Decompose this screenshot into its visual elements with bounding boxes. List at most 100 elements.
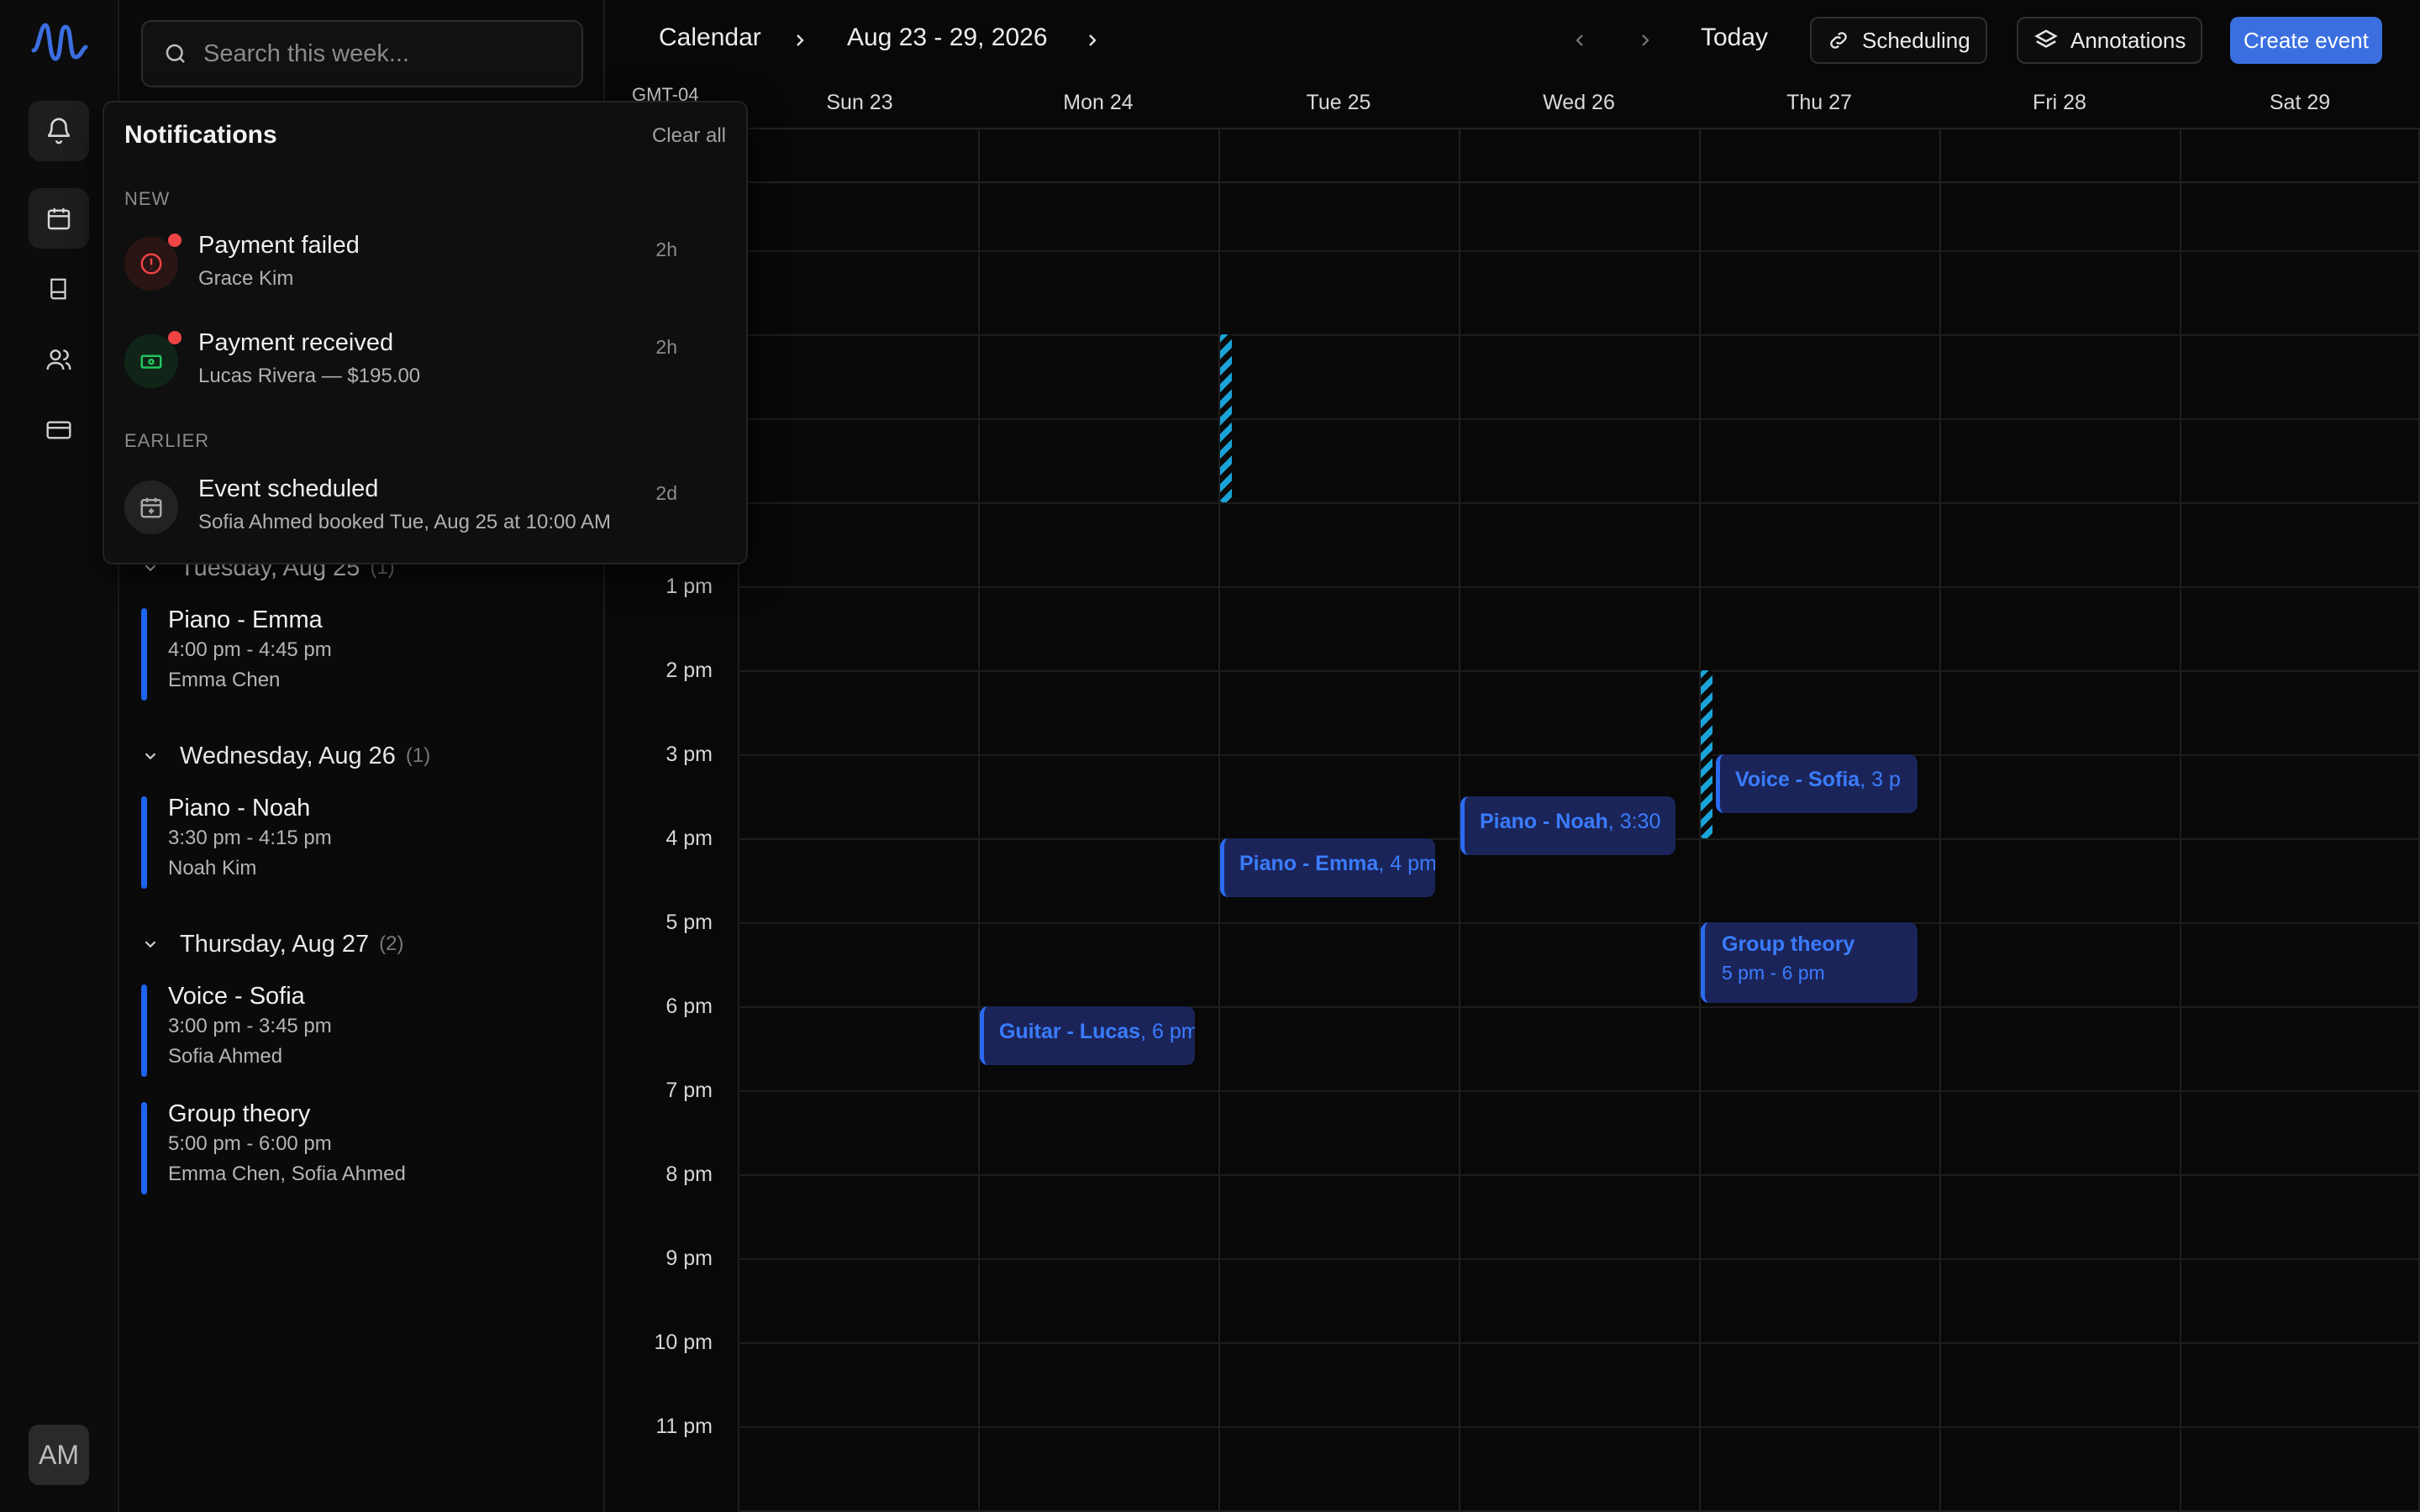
- clear-all-button[interactable]: Clear all: [652, 124, 726, 148]
- event-time: 4 pm: [1390, 852, 1435, 875]
- agenda-event-people: Sofia Ahmed: [168, 1045, 283, 1068]
- grid-divider: [738, 250, 2420, 252]
- calendar-event[interactable]: Piano - Noah, 3:30: [1460, 796, 1676, 855]
- event-time: 6 pm: [1152, 1020, 1195, 1043]
- notifications-rail-button[interactable]: [29, 101, 89, 161]
- day-header[interactable]: Sat 29: [2180, 91, 2420, 115]
- icon-rail: AM: [0, 0, 119, 1512]
- hour-label: 9 pm: [666, 1247, 713, 1270]
- create-event-button[interactable]: Create event: [2230, 17, 2382, 64]
- agenda-day-group: Thursday, Aug 27 (2) Voice - Sofia 3:00 …: [141, 926, 578, 1198]
- calendar-event[interactable]: Guitar - Lucas, 6 pm: [980, 1006, 1195, 1065]
- agenda-event[interactable]: Piano - Emma 4:00 pm - 4:45 pm Emma Chen: [141, 605, 578, 704]
- notifications-popover: Notifications Clear all NEW Payment fail…: [103, 101, 748, 564]
- today-button[interactable]: Today: [1701, 24, 1768, 52]
- notification-age: 2h: [655, 336, 677, 358]
- layers-icon: [2033, 28, 2070, 53]
- app-logo[interactable]: [30, 17, 89, 71]
- day-group-title: Thursday, Aug 27: [180, 930, 370, 958]
- hour-label: 3 pm: [666, 743, 713, 766]
- annotations-label: Annotations: [2070, 27, 2186, 53]
- day-header[interactable]: Mon 24: [978, 91, 1218, 115]
- people-rail-button[interactable]: [29, 329, 89, 390]
- event-time: 5 pm - 6 pm: [1722, 962, 1825, 984]
- search-input[interactable]: [203, 39, 573, 68]
- hour-label: 11 pm: [655, 1415, 713, 1438]
- week-calendar-grid: GMT-04 Sun 23 Mon 24 Tue 25 Wed 26 Thu 2…: [605, 84, 2420, 1512]
- annotations-button[interactable]: Annotations: [2017, 17, 2203, 64]
- grid-divider: [738, 418, 2420, 420]
- day-header[interactable]: Sun 23: [739, 91, 980, 115]
- event-title: Piano - Noah: [1480, 810, 1608, 833]
- agenda-event-time: 3:30 pm - 4:15 pm: [168, 827, 332, 849]
- calendar-plus-icon: [124, 480, 178, 534]
- agenda-day-group: Tuesday, Aug 25 (1) Piano - Emma 4:00 pm…: [141, 549, 578, 704]
- availability-marker[interactable]: [1701, 670, 1712, 838]
- hour-label: 8 pm: [666, 1163, 713, 1186]
- agenda-event[interactable]: Piano - Noah 3:30 pm - 4:15 pm Noah Kim: [141, 793, 578, 892]
- grid-divider: [738, 1090, 2420, 1092]
- calendar-event[interactable]: Voice - Sofia, 3 p: [1716, 754, 1918, 813]
- grid-divider: [738, 1174, 2420, 1176]
- section-label-new: NEW: [124, 188, 171, 209]
- chevron-right-icon[interactable]: [1077, 25, 1107, 55]
- day-group-header[interactable]: Wednesday, Aug 26 (1): [141, 738, 578, 774]
- notification-subtitle: Lucas Rivera — $195.00: [198, 365, 421, 387]
- grid-divider: [738, 754, 2420, 756]
- hour-label: 7 pm: [666, 1079, 713, 1102]
- day-group-header[interactable]: Thursday, Aug 27 (2): [141, 926, 578, 963]
- unread-dot: [168, 331, 182, 344]
- agenda-event-title: Piano - Emma: [168, 606, 323, 633]
- chevron-right-icon: [785, 25, 815, 55]
- scheduling-label: Scheduling: [1862, 27, 1970, 53]
- event-color-bar: [141, 608, 147, 701]
- grid-divider: [738, 1426, 2420, 1428]
- event-title: Guitar - Lucas: [999, 1020, 1141, 1043]
- hour-label: 4 pm: [666, 827, 713, 850]
- notification-age: 2h: [655, 239, 677, 260]
- calendar-event[interactable]: Group theory 5 pm - 6 pm: [1701, 922, 1918, 1003]
- agenda-event-time: 4:00 pm - 4:45 pm: [168, 638, 332, 661]
- day-header[interactable]: Thu 27: [1699, 91, 1939, 115]
- notification-title: Payment received: [198, 329, 394, 356]
- library-rail-button[interactable]: [29, 259, 89, 319]
- grid-divider: [738, 502, 2420, 504]
- chevron-down-icon: [141, 935, 165, 953]
- date-range-title[interactable]: Aug 23 - 29, 2026: [847, 24, 1048, 52]
- calendar-header: Calendar Aug 23 - 29, 2026 Today Schedul…: [605, 0, 2420, 84]
- day-header[interactable]: Fri 28: [1939, 91, 2180, 115]
- notification-subtitle: Sofia Ahmed booked Tue, Aug 25 at 10:00 …: [198, 511, 612, 533]
- day-header[interactable]: Tue 25: [1218, 91, 1459, 115]
- calendar-event[interactable]: Piano - Emma, 4 pm: [1220, 838, 1435, 897]
- notification-item[interactable]: Payment failed Grace Kim 2h: [124, 228, 729, 312]
- grid-divider: [738, 670, 2420, 672]
- section-title[interactable]: Calendar: [659, 24, 761, 52]
- grid-divider: [738, 586, 2420, 588]
- next-week-button[interactable]: [1630, 25, 1660, 55]
- notifications-title: Notifications: [124, 121, 277, 149]
- agenda-event-title: Group theory: [168, 1100, 311, 1127]
- calendar-icon: [45, 205, 72, 232]
- calendar-rail-button[interactable]: [29, 188, 89, 249]
- previous-week-button[interactable]: [1565, 25, 1595, 55]
- agenda-event[interactable]: Group theory 5:00 pm - 6:00 pm Emma Chen…: [141, 1099, 578, 1198]
- billing-rail-button[interactable]: [29, 400, 89, 460]
- notification-item[interactable]: Event scheduled Sofia Ahmed booked Tue, …: [124, 472, 729, 556]
- hour-label: 10 pm: [654, 1331, 713, 1354]
- hour-label: 6 pm: [666, 995, 713, 1018]
- grid-divider: [738, 334, 2420, 336]
- agenda-event-people: Emma Chen, Sofia Ahmed: [168, 1163, 406, 1185]
- event-title: Voice - Sofia: [1735, 768, 1860, 791]
- user-avatar[interactable]: AM: [29, 1425, 89, 1485]
- scheduling-button[interactable]: Scheduling: [1810, 17, 1987, 64]
- agenda-event-time: 5:00 pm - 6:00 pm: [168, 1132, 332, 1155]
- availability-marker[interactable]: [1220, 334, 1232, 502]
- notification-title: Event scheduled: [198, 475, 379, 502]
- agenda-event[interactable]: Voice - Sofia 3:00 pm - 3:45 pm Sofia Ah…: [141, 981, 578, 1080]
- day-header[interactable]: Wed 26: [1459, 91, 1699, 115]
- all-day-row[interactable]: [738, 128, 2418, 183]
- hour-label: 5 pm: [666, 911, 713, 934]
- search-box[interactable]: [141, 20, 583, 87]
- notification-item[interactable]: Payment received Lucas Rivera — $195.00 …: [124, 326, 729, 410]
- link-icon: [1827, 29, 1862, 52]
